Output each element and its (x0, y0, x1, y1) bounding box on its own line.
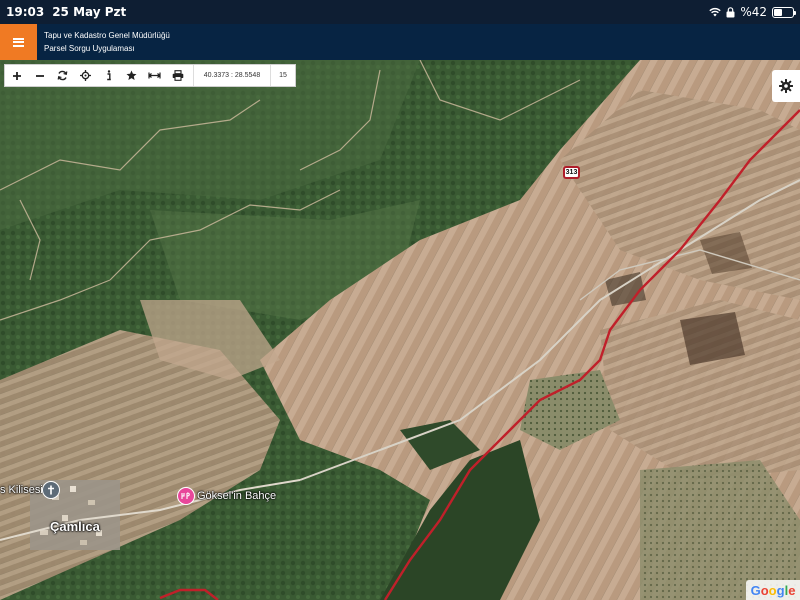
locate-button[interactable] (74, 65, 97, 86)
app-subtitle: Parsel Sorgu Uygulaması (44, 44, 135, 53)
favorite-star-icon (126, 70, 137, 80)
app-title: Tapu ve Kadastro Genel Müdürlüğü (44, 31, 170, 40)
restaurant-pin-icon[interactable] (177, 487, 195, 505)
place-label-restaurant[interactable]: Göksel'in Bahçe (197, 490, 276, 502)
status-right: %42 (709, 5, 796, 19)
map-toolbar: 40.3373 : 28.5548 15 (4, 64, 296, 87)
google-logo: Google (746, 580, 800, 600)
wifi-icon (709, 7, 722, 17)
coordinate-display: 40.3373 : 28.5548 (193, 65, 271, 86)
lock-rotation-icon (726, 6, 735, 17)
zoom-in-button[interactable] (5, 65, 28, 86)
menu-button[interactable] (0, 24, 37, 60)
refresh-icon (57, 70, 68, 81)
place-label-village: Çamlıca (50, 519, 100, 534)
refresh-button[interactable] (51, 65, 74, 86)
battery-percent: %42 (740, 5, 767, 19)
status-date: 25 May Pzt (52, 5, 127, 19)
info-button[interactable] (97, 65, 120, 86)
settings-button[interactable] (772, 70, 800, 102)
info-icon (106, 70, 111, 81)
battery-icon (772, 6, 796, 18)
zoom-out-icon (35, 74, 44, 77)
print-button[interactable] (166, 65, 189, 86)
battery-fill (774, 8, 782, 16)
place-label-church: s Kilisesi (0, 484, 43, 496)
measure-button[interactable] (143, 65, 166, 86)
locate-icon (80, 70, 91, 81)
print-icon (172, 70, 183, 81)
zoom-in-icon (12, 71, 21, 80)
app-titles: Tapu ve Kadastro Genel Müdürlüğü Parsel … (44, 29, 170, 55)
status-bar: 19:03 25 May Pzt %42 (0, 0, 800, 24)
gear-icon (779, 79, 793, 93)
hamburger-icon (13, 37, 24, 47)
map-view[interactable] (0, 60, 800, 600)
measure-icon (148, 72, 161, 79)
satellite-imagery (0, 60, 800, 600)
zoom-level-display: 15 (279, 72, 287, 79)
zoom-out-button[interactable] (28, 65, 51, 86)
favorite-button[interactable] (120, 65, 143, 86)
church-cross-icon[interactable] (42, 481, 60, 499)
app-header: Tapu ve Kadastro Genel Müdürlüğü Parsel … (0, 24, 800, 60)
status-time: 19:03 (6, 5, 45, 19)
road-shield-313: 313 (563, 166, 580, 179)
